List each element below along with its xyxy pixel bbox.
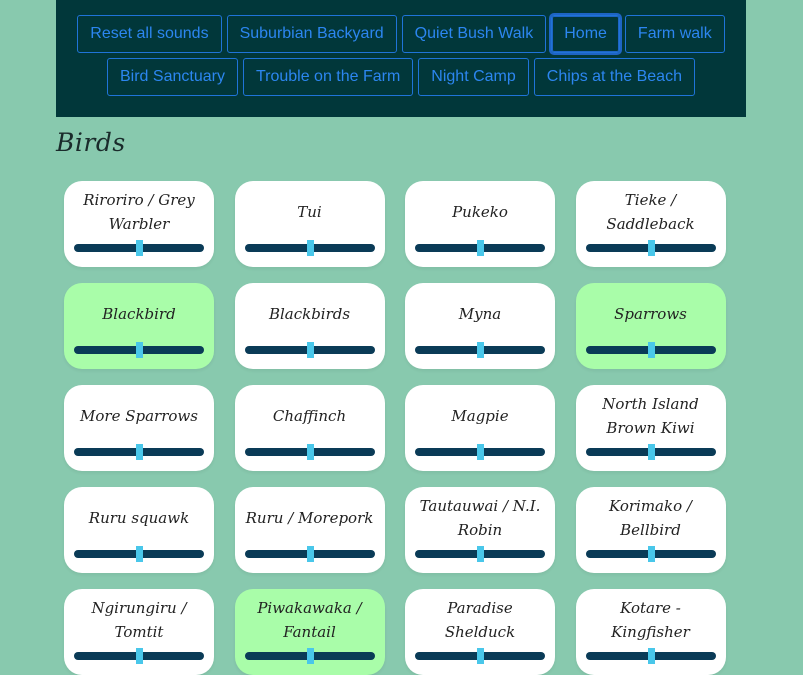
volume-slider-thumb[interactable] bbox=[136, 444, 143, 460]
volume-slider-thumb[interactable] bbox=[306, 444, 314, 460]
preset-suburbian-backyard-button[interactable]: Suburbian Backyard bbox=[226, 15, 397, 53]
preset-row-2: Bird Sanctuary Trouble on the Farm Night… bbox=[56, 58, 746, 96]
volume-slider-thumb[interactable] bbox=[306, 342, 314, 358]
volume-slider[interactable] bbox=[415, 546, 545, 562]
sound-card[interactable]: Tui bbox=[234, 181, 385, 267]
sound-card[interactable]: Myna bbox=[405, 283, 555, 369]
volume-slider[interactable] bbox=[585, 648, 716, 664]
volume-slider-thumb[interactable] bbox=[647, 546, 655, 562]
volume-slider[interactable] bbox=[74, 342, 204, 358]
section-title: Birds bbox=[56, 128, 126, 157]
sound-card[interactable]: More Sparrows bbox=[64, 385, 214, 471]
sound-label: Tui bbox=[297, 203, 322, 221]
sound-card[interactable]: Korimako / Bellbird bbox=[575, 487, 726, 573]
sound-label: North Island Brown Kiwi bbox=[602, 395, 699, 437]
sound-label: Paradise Shelduck bbox=[444, 599, 516, 641]
preset-bird-sanctuary-button[interactable]: Bird Sanctuary bbox=[107, 58, 238, 96]
sound-card[interactable]: Sparrows bbox=[575, 283, 726, 369]
sound-label: Blackbirds bbox=[268, 305, 351, 323]
reset-all-sounds-button[interactable]: Reset all sounds bbox=[77, 15, 222, 53]
sound-card[interactable]: Magpie bbox=[405, 385, 555, 471]
volume-slider[interactable] bbox=[244, 240, 375, 256]
sound-grid: Riroriro / Grey Warbler Tui Pukeko Tieke / … bbox=[64, 181, 726, 675]
volume-slider-thumb[interactable] bbox=[306, 648, 314, 664]
preset-row-1: Reset all sounds Suburbian Backyard Quie… bbox=[56, 15, 746, 53]
sound-card[interactable]: Paradise Shelduck bbox=[405, 589, 555, 675]
volume-slider[interactable] bbox=[74, 444, 204, 460]
sound-label: Riroriro / Grey Warbler bbox=[83, 191, 195, 233]
sound-label: Myna bbox=[458, 305, 502, 323]
preset-farm-walk-button[interactable]: Farm walk bbox=[624, 15, 725, 53]
sound-label: Ngirungiru / Tomtit bbox=[91, 599, 187, 641]
volume-slider[interactable] bbox=[415, 648, 545, 664]
sound-label: More Sparrows bbox=[80, 407, 198, 425]
sound-label: Blackbird bbox=[102, 305, 176, 323]
sound-label: Ruru / Morepork bbox=[245, 509, 374, 527]
volume-slider[interactable] bbox=[415, 342, 545, 358]
preset-quiet-bush-walk-button[interactable]: Quiet Bush Walk bbox=[401, 15, 547, 53]
volume-slider-thumb[interactable] bbox=[306, 240, 314, 256]
volume-slider-thumb[interactable] bbox=[477, 648, 484, 664]
sound-label: Pukeko bbox=[452, 203, 508, 221]
sound-card[interactable]: Ruru / Morepork bbox=[234, 487, 385, 573]
sound-card[interactable]: Kotare - Kingfisher bbox=[575, 589, 726, 675]
volume-slider[interactable] bbox=[74, 546, 204, 562]
sound-label: Magpie bbox=[451, 407, 509, 425]
sound-label: Sparrows bbox=[614, 305, 687, 323]
volume-slider-thumb[interactable] bbox=[647, 444, 655, 460]
volume-slider[interactable] bbox=[244, 342, 375, 358]
volume-slider[interactable] bbox=[244, 546, 375, 562]
volume-slider[interactable] bbox=[585, 444, 716, 460]
sound-card[interactable]: Ruru squawk bbox=[64, 487, 214, 573]
preset-bar: Reset all sounds Suburbian Backyard Quie… bbox=[56, 0, 746, 117]
volume-slider[interactable] bbox=[415, 240, 545, 256]
volume-slider[interactable] bbox=[74, 240, 204, 256]
volume-slider-thumb[interactable] bbox=[477, 546, 484, 562]
volume-slider-thumb[interactable] bbox=[647, 648, 655, 664]
sound-label: Chaffinch bbox=[272, 407, 347, 425]
volume-slider-thumb[interactable] bbox=[477, 240, 484, 256]
volume-slider-thumb[interactable] bbox=[136, 546, 143, 562]
volume-slider-thumb[interactable] bbox=[136, 342, 143, 358]
sound-card[interactable]: Ngirungiru / Tomtit bbox=[64, 589, 214, 675]
sound-card[interactable]: North Island Brown Kiwi bbox=[575, 385, 726, 471]
volume-slider[interactable] bbox=[585, 342, 716, 358]
preset-chips-at-the-beach-button[interactable]: Chips at the Beach bbox=[533, 58, 695, 96]
sound-card[interactable]: Piwakawaka / Fantail bbox=[234, 589, 385, 675]
sound-card[interactable]: Riroriro / Grey Warbler bbox=[64, 181, 214, 267]
sound-card[interactable]: Pukeko bbox=[405, 181, 555, 267]
sound-label: Piwakawaka / Fantail bbox=[257, 599, 362, 641]
volume-slider[interactable] bbox=[585, 240, 716, 256]
preset-night-camp-button[interactable]: Night Camp bbox=[418, 58, 529, 96]
sound-card[interactable]: Blackbird bbox=[64, 283, 214, 369]
sound-card[interactable]: Tautauwai / N.I. Robin bbox=[405, 487, 555, 573]
sound-label: Kotare - Kingfisher bbox=[611, 599, 690, 641]
volume-slider-thumb[interactable] bbox=[306, 546, 314, 562]
volume-slider[interactable] bbox=[244, 444, 375, 460]
preset-trouble-on-the-farm-button[interactable]: Trouble on the Farm bbox=[242, 58, 414, 96]
volume-slider-thumb[interactable] bbox=[477, 342, 484, 358]
volume-slider-thumb[interactable] bbox=[647, 240, 655, 256]
sound-card[interactable]: Tieke / Saddleback bbox=[575, 181, 726, 267]
sound-card[interactable]: Chaffinch bbox=[234, 385, 385, 471]
sound-card[interactable]: Blackbirds bbox=[234, 283, 385, 369]
volume-slider[interactable] bbox=[415, 444, 545, 460]
volume-slider[interactable] bbox=[244, 648, 375, 664]
volume-slider-thumb[interactable] bbox=[477, 444, 484, 460]
sound-label: Tautauwai / N.I. Robin bbox=[419, 497, 541, 539]
volume-slider[interactable] bbox=[585, 546, 716, 562]
volume-slider-thumb[interactable] bbox=[136, 240, 143, 256]
sound-label: Ruru squawk bbox=[88, 509, 190, 527]
volume-slider-thumb[interactable] bbox=[136, 648, 143, 664]
volume-slider[interactable] bbox=[74, 648, 204, 664]
sound-label: Tieke / Saddleback bbox=[606, 191, 695, 233]
volume-slider-thumb[interactable] bbox=[647, 342, 655, 358]
sound-label: Korimako / Bellbird bbox=[609, 497, 692, 539]
preset-home-button[interactable]: Home bbox=[551, 15, 620, 53]
